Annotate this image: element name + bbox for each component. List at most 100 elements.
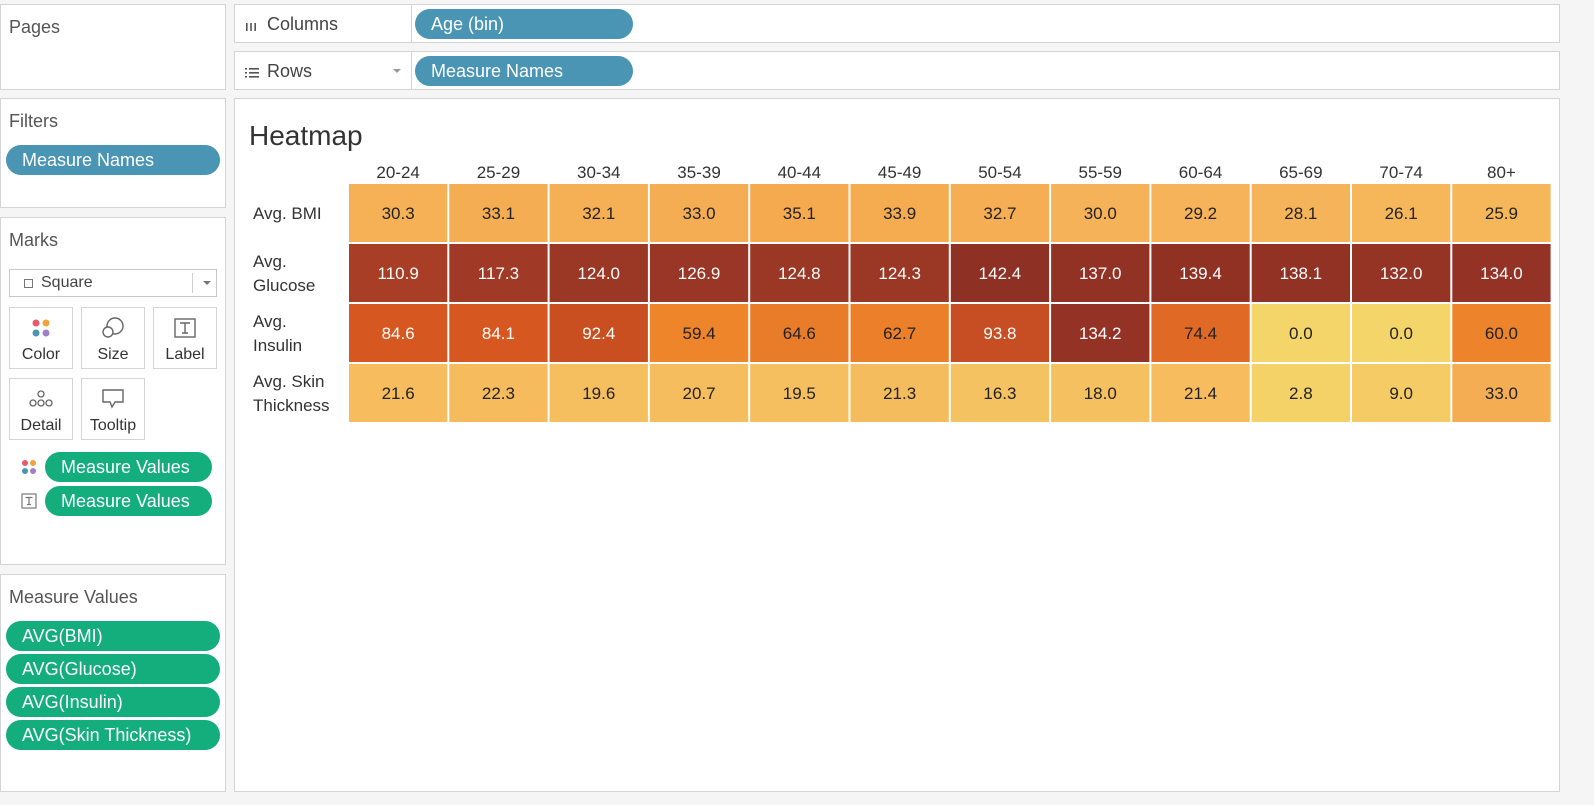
rows-shelf[interactable]: Rows Measure Names [234,51,1560,90]
pages-title: Pages [9,17,61,37]
cell-value-label: 0.0 [1289,324,1313,343]
cell-value-label: 137.0 [1079,264,1122,283]
columns-pill-age-bin[interactable]: Age (bin) [415,9,633,39]
column-header: 20-24 [376,163,419,182]
marks-title: Marks [9,230,58,250]
cell-value-label: 132.0 [1380,264,1423,283]
cell-value-label: 32.1 [582,204,615,223]
cell-value-label: 64.6 [783,324,816,343]
column-header: 70-74 [1379,163,1422,182]
column-header: 60-64 [1179,163,1222,182]
column-header: 30-34 [577,163,620,182]
chevron-down-icon[interactable] [203,281,211,285]
filters-title: Filters [9,111,58,131]
color-button[interactable]: Color [9,307,73,369]
cell-value-label: 84.1 [482,324,515,343]
color-dots-icon [21,459,37,480]
column-header: 35-39 [677,163,720,182]
cell-value-label: 124.8 [778,264,821,283]
filters-panel[interactable]: Filters Measure Names [0,98,226,208]
label-label: Label [165,346,205,363]
measure-pill-insulin[interactable]: AVG(Insulin) [6,687,220,717]
cell-value-label: 84.6 [382,324,415,343]
cell-value-label: 117.3 [478,264,519,283]
cell-value-label: 33.9 [883,204,916,223]
measure-pill-glucose[interactable]: AVG(Glucose) [6,654,220,684]
mark-type-dropdown[interactable]: Square [9,269,217,297]
size-label: Size [97,346,129,363]
cell-value-label: 21.3 [883,384,916,403]
color-encoding-pill[interactable]: Measure Values [45,452,212,482]
cell-value-label: 0.0 [1389,324,1413,343]
measure-pill-skin-thickness[interactable]: AVG(Skin Thickness) [6,720,220,750]
cell-value-label: 28.1 [1284,204,1317,223]
column-header: 45-49 [878,163,921,182]
cell-value-label: 62.7 [883,324,916,343]
cell-value-label: 139.4 [1179,264,1222,283]
size-icon [82,316,144,340]
cell-value-label: 138.1 [1280,264,1323,283]
tooltip-label: Tooltip [89,417,137,434]
row-header: Avg. Skin Thickness [253,372,330,415]
cell-value-label: 74.4 [1184,324,1217,343]
measure-pill-bmi[interactable]: AVG(BMI) [6,621,220,651]
cell-value-label: 60.0 [1485,324,1518,343]
cell-value-label: 18.0 [1084,384,1117,403]
pages-panel[interactable]: Pages [0,4,226,90]
cell-value-label: 30.0 [1084,204,1117,223]
mark-type-label: Square [41,274,93,291]
chart-title: Heatmap [249,120,363,151]
columns-label: Columns [267,14,339,34]
cell-value-label: 33.0 [683,204,716,223]
cell-value-label: 93.8 [983,324,1016,343]
columns-shelf[interactable]: Columns Age (bin) [234,4,1560,43]
column-header: 55-59 [1079,163,1122,182]
text-label-icon [21,493,37,514]
color-label: Color [21,346,61,363]
cell-value-label: 16.3 [983,384,1016,403]
row-header: Avg. BMI [253,204,322,223]
cell-value-label: 32.7 [983,204,1016,223]
measure-values-title: Measure Values [9,587,138,607]
filter-pill-measure-names[interactable]: Measure Names [6,145,220,175]
cell-value-label: 142.4 [979,264,1022,283]
rows-label: Rows [267,61,313,81]
cell-value-label: 25.9 [1485,204,1518,223]
label-button[interactable]: Label [153,307,217,369]
label-icon [154,316,216,340]
cell-value-label: 19.6 [582,384,615,403]
cell-value-label: 92.4 [582,324,615,343]
column-header: 65-69 [1279,163,1322,182]
dropdown-separator [192,273,193,293]
cell-value-label: 59.4 [683,324,716,343]
cell-value-label: 29.2 [1184,204,1217,223]
rows-icon [245,65,259,83]
cell-value-label: 20.7 [683,384,716,403]
cell-value-label: 2.8 [1289,384,1313,403]
cell-value-label: 26.1 [1385,204,1418,223]
size-button[interactable]: Size [81,307,145,369]
shelf-divider [411,5,412,42]
view-panel: Heatmap 20-24 25-29 30-34 35-39 40-44 45-49 50-… [234,98,1560,792]
rows-pill-measure-names[interactable]: Measure Names [415,56,633,86]
tooltip-button[interactable]: Tooltip [81,378,145,440]
cell-value-label: 134.0 [1480,264,1523,283]
row-header: Avg. Insulin [253,312,302,355]
detail-button[interactable]: Detail [9,378,73,440]
measure-values-panel: Measure Values AVG(BMI) AVG(Glucose) AVG… [0,574,226,792]
cell-value-label: 9.0 [1389,384,1413,403]
cell-value-label: 21.6 [382,384,415,403]
chevron-down-icon[interactable] [393,69,401,73]
marks-panel: Marks Square Color Size Label Detail Too… [0,217,226,565]
cell-value-label: 124.3 [878,264,921,283]
square-mark-icon [24,279,33,288]
cell-value-label: 33.1 [482,204,515,223]
label-encoding-pill[interactable]: Measure Values [45,486,212,516]
column-header: 80+ [1487,163,1516,182]
detail-label: Detail [20,417,62,434]
cell-value-label: 124.0 [577,264,620,283]
cell-value-label: 22.3 [482,384,515,403]
cell-value-label: 110.9 [378,264,419,283]
cell-value-label: 19.5 [783,384,816,403]
shelf-divider [411,52,412,89]
